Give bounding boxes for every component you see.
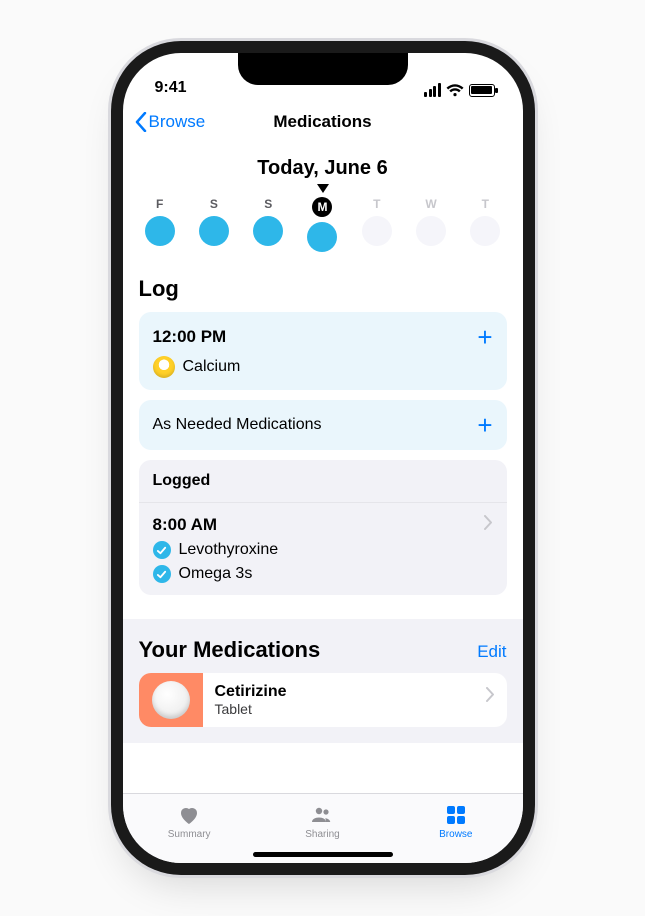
- page-title: Medications: [273, 112, 371, 132]
- day-letter: W: [425, 197, 436, 211]
- day-dot-icon: [253, 216, 283, 246]
- tab-label: Summary: [168, 829, 211, 840]
- navigation-bar: Browse Medications: [123, 101, 523, 143]
- as-needed-label: As Needed Medications: [153, 416, 322, 434]
- tab-label: Sharing: [305, 829, 339, 840]
- day-fri[interactable]: F: [133, 197, 187, 252]
- dose-time: 12:00 PM: [153, 327, 227, 347]
- day-dot-icon: [416, 216, 446, 246]
- your-medications-heading: Your Medications: [139, 637, 321, 663]
- your-medications-header-row: Your Medications Edit: [123, 619, 523, 673]
- today-triangle-icon: [317, 184, 329, 193]
- edit-button[interactable]: Edit: [477, 642, 506, 662]
- day-dot-icon: [307, 222, 337, 252]
- day-mon-today[interactable]: M: [295, 197, 349, 252]
- medication-form: Tablet: [215, 701, 287, 717]
- chevron-right-icon: [486, 687, 495, 702]
- day-sun[interactable]: S: [241, 197, 295, 252]
- log-section-heading: Log: [139, 276, 507, 302]
- tab-bar: Summary Sharing Browse: [123, 793, 523, 863]
- day-letter: T: [482, 197, 489, 211]
- medication-name: Cetirizine: [215, 683, 287, 701]
- day-tue[interactable]: T: [350, 197, 404, 252]
- medication-art-icon: [139, 673, 203, 727]
- people-icon: [310, 803, 334, 827]
- upcoming-dose-card[interactable]: 12:00 PM + Calcium: [139, 312, 507, 390]
- week-calendar-strip[interactable]: F S S M T W T: [133, 197, 513, 252]
- back-button[interactable]: Browse: [135, 112, 206, 132]
- medication-name: Omega 3s: [179, 565, 253, 583]
- day-dot-icon: [470, 216, 500, 246]
- chevron-right-icon: [484, 515, 493, 530]
- status-time: 9:41: [155, 79, 187, 97]
- day-sat[interactable]: S: [187, 197, 241, 252]
- tab-summary[interactable]: Summary: [123, 794, 256, 849]
- iphone-frame: 9:41 Browse Medications Today, June 6 F: [123, 53, 523, 863]
- grid-icon: [444, 803, 468, 827]
- medication-name: Calcium: [183, 358, 241, 376]
- medication-name: Levothyroxine: [179, 541, 279, 559]
- day-letter: T: [373, 197, 380, 211]
- heart-icon: [177, 803, 201, 827]
- logged-time: 8:00 AM: [153, 515, 493, 535]
- add-as-needed-button[interactable]: +: [477, 412, 492, 438]
- checkmark-icon: [153, 541, 171, 559]
- pill-icon: [153, 356, 175, 378]
- day-letter: S: [264, 197, 272, 211]
- logged-card[interactable]: Logged 8:00 AM Levothyroxine Omega 3s: [139, 460, 507, 595]
- as-needed-card[interactable]: As Needed Medications +: [139, 400, 507, 450]
- day-thu[interactable]: T: [458, 197, 512, 252]
- medication-card[interactable]: Cetirizine Tablet: [139, 673, 507, 727]
- day-letter: M: [312, 197, 332, 217]
- tab-label: Browse: [439, 829, 472, 840]
- tab-browse[interactable]: Browse: [389, 794, 522, 849]
- cellular-signal-icon: [424, 83, 441, 97]
- day-wed[interactable]: W: [404, 197, 458, 252]
- chevron-left-icon: [135, 112, 147, 132]
- home-indicator[interactable]: [253, 852, 393, 857]
- notch: [238, 53, 408, 85]
- wifi-icon: [446, 84, 464, 97]
- tablet-icon: [152, 681, 190, 719]
- day-dot-icon: [145, 216, 175, 246]
- date-header: Today, June 6: [139, 157, 507, 180]
- checkmark-icon: [153, 565, 171, 583]
- add-dose-button[interactable]: +: [477, 324, 492, 350]
- day-letter: F: [156, 197, 163, 211]
- day-dot-icon: [362, 216, 392, 246]
- tab-sharing[interactable]: Sharing: [256, 794, 389, 849]
- logged-header: Logged: [139, 460, 507, 503]
- main-scroll-content[interactable]: Today, June 6 F S S M T: [123, 143, 523, 793]
- day-dot-icon: [199, 216, 229, 246]
- battery-icon: [469, 84, 495, 97]
- back-label: Browse: [149, 112, 206, 132]
- day-letter: S: [210, 197, 218, 211]
